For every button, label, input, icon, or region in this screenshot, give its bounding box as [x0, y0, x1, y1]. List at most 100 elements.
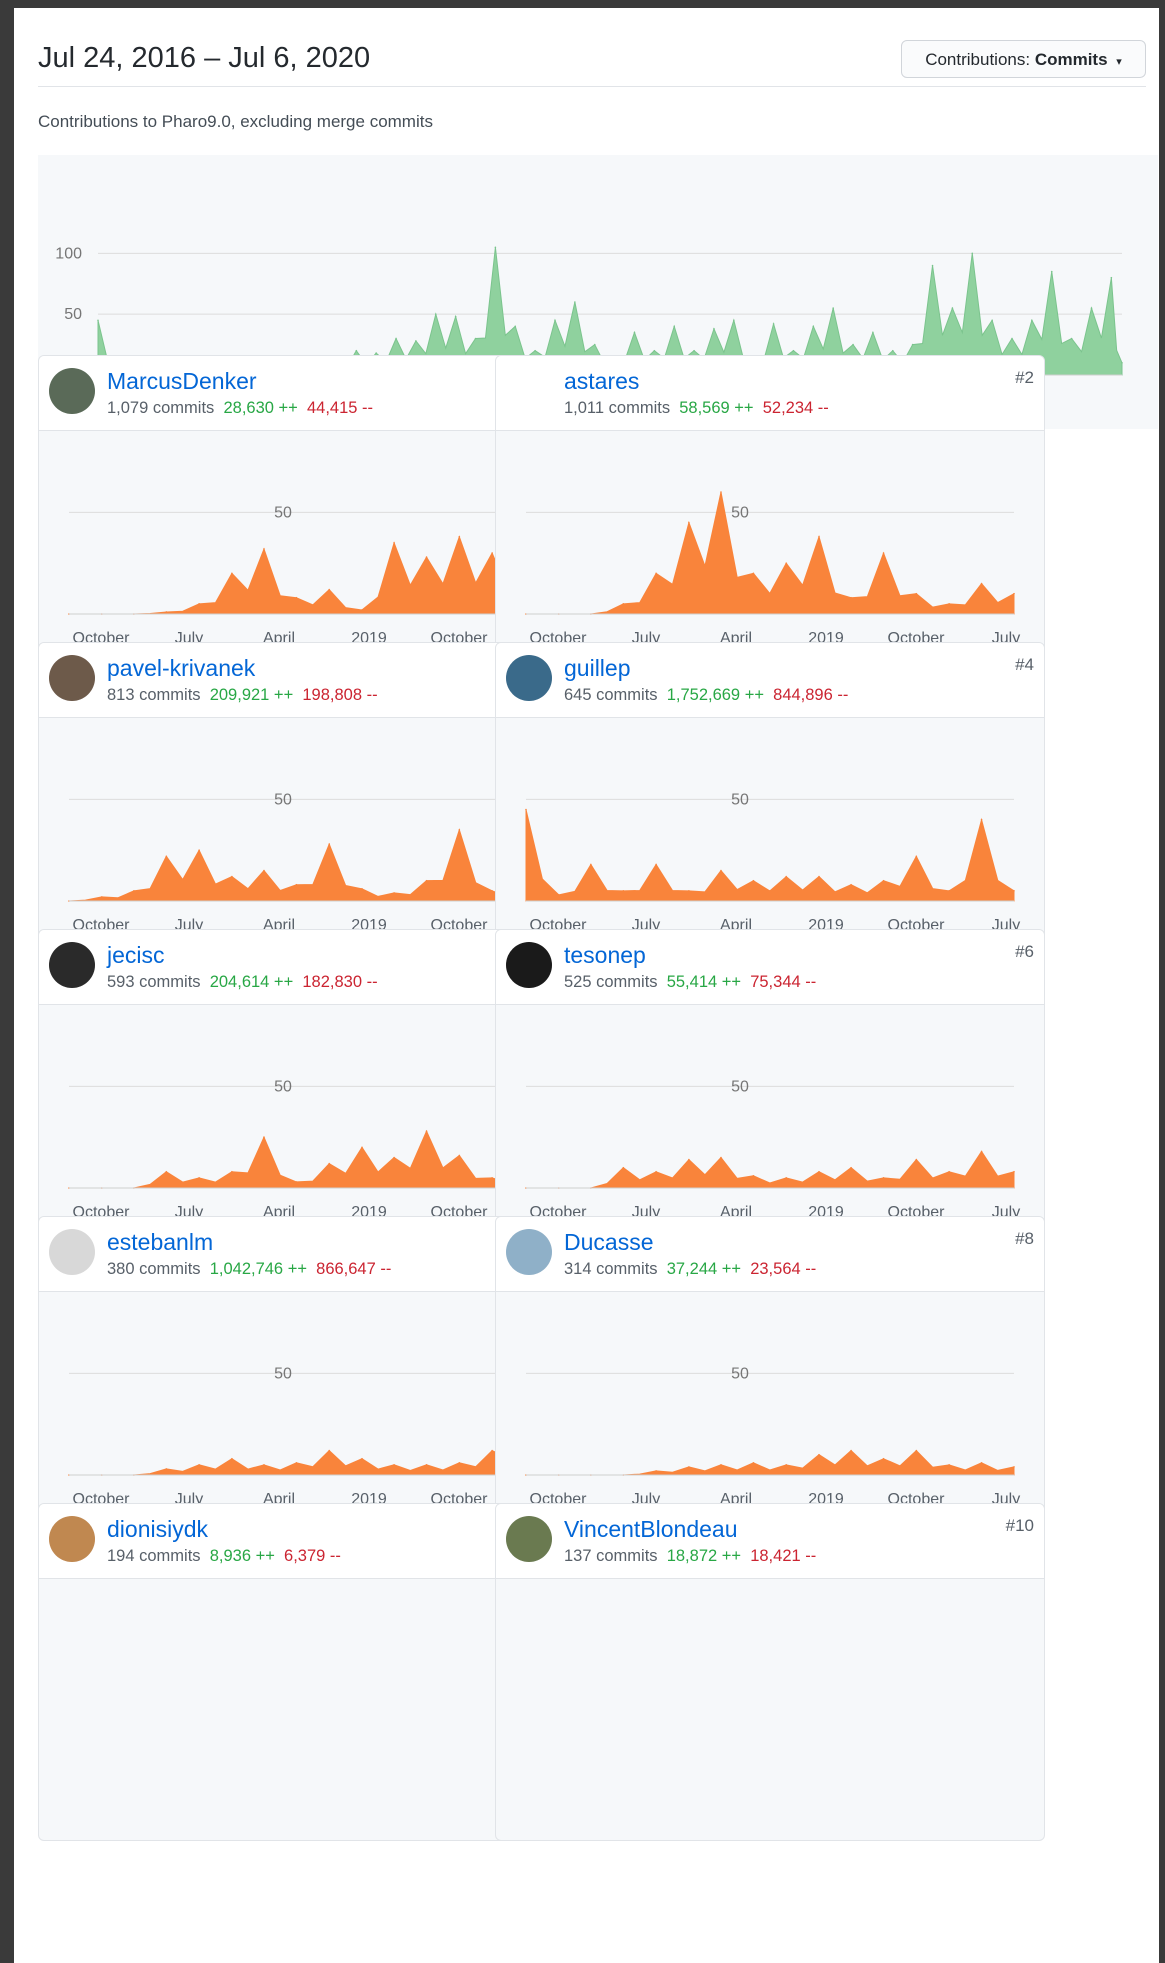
series-area — [526, 1150, 1015, 1189]
data-point — [574, 301, 576, 303]
data-point — [1050, 270, 1053, 273]
data-point — [458, 1462, 461, 1464]
contributor-name-link[interactable]: guillep — [564, 655, 631, 682]
data-point — [263, 1464, 265, 1466]
y-tick-label: 50 — [274, 504, 292, 521]
data-point — [1013, 1170, 1015, 1173]
contributor-name-link[interactable]: pavel-krivanek — [107, 655, 255, 682]
data-point — [752, 879, 755, 882]
contributor-stats: 813 commits 209,921 ++ 198,808 -- — [107, 686, 378, 705]
data-point — [100, 896, 103, 898]
contributor-name-link[interactable]: Ducasse — [564, 1229, 653, 1256]
data-point — [165, 611, 168, 613]
data-point — [818, 1170, 820, 1173]
data-point — [393, 1156, 395, 1159]
data-point — [557, 894, 560, 896]
commit-count: 194 commits — [107, 1547, 201, 1565]
series-area — [525, 809, 1015, 902]
data-point — [818, 1453, 820, 1456]
data-point — [263, 869, 265, 872]
data-point — [655, 1170, 657, 1173]
contributor-rank: #4 — [1015, 655, 1034, 674]
data-point — [991, 319, 993, 322]
data-point — [1110, 276, 1113, 279]
data-point — [772, 323, 775, 325]
data-point — [655, 572, 657, 575]
contributor-name-link[interactable]: VincentBlondeau — [564, 1516, 738, 1543]
data-point — [693, 349, 695, 352]
data-point — [832, 307, 834, 309]
avatar[interactable] — [506, 655, 552, 701]
avatar[interactable] — [49, 1229, 95, 1275]
avatar[interactable] — [49, 942, 95, 988]
data-point — [425, 1464, 428, 1466]
avatar[interactable] — [49, 368, 95, 414]
data-point — [1013, 890, 1015, 892]
data-point — [872, 331, 874, 334]
deletions-count: 198,808 -- — [302, 686, 378, 704]
data-point — [752, 572, 755, 575]
data-point — [931, 264, 934, 267]
avatar[interactable] — [506, 368, 552, 414]
data-point — [622, 603, 625, 605]
data-point — [785, 1177, 788, 1179]
contributor-header: astares #2 1,011 commits 58,569 ++ 52,23… — [496, 356, 1044, 431]
data-point — [328, 588, 331, 591]
data-point — [525, 808, 527, 811]
y-tick-label: 50 — [731, 504, 749, 521]
contributor-name-link[interactable]: MarcusDenker — [107, 368, 257, 395]
data-point — [328, 843, 331, 845]
data-point — [915, 855, 918, 858]
data-point — [720, 1464, 722, 1466]
contributor-rank: #8 — [1015, 1229, 1034, 1248]
additions-count: 37,244 ++ — [666, 1260, 742, 1278]
avatar[interactable] — [49, 655, 95, 701]
y-tick-label: 50 — [731, 1078, 749, 1095]
data-point — [1011, 337, 1013, 340]
contributor-rank: #6 — [1015, 942, 1034, 961]
data-point — [948, 1464, 950, 1466]
data-point — [1090, 307, 1093, 309]
deletions-count: 18,421 -- — [750, 1547, 817, 1565]
data-point — [951, 307, 954, 309]
commit-count: 525 commits — [564, 973, 658, 991]
commit-count: 314 commits — [564, 1260, 658, 1278]
data-point — [165, 1468, 168, 1470]
date-range-title: Jul 24, 2016 – Jul 6, 2020 — [38, 42, 371, 74]
contributor-rank: #2 — [1015, 368, 1034, 387]
avatar[interactable] — [49, 1516, 95, 1562]
data-point — [948, 603, 950, 605]
contributor-name-link[interactable]: dionisiydk — [107, 1516, 208, 1543]
series-area — [526, 491, 1015, 615]
data-point — [590, 863, 592, 866]
contributor-stats: 314 commits 37,244 ++ 23,564 -- — [564, 1260, 816, 1279]
data-point — [355, 349, 358, 352]
data-point — [458, 829, 461, 831]
data-point — [361, 609, 363, 611]
avatar[interactable] — [506, 1229, 552, 1275]
data-point — [434, 313, 437, 315]
data-point — [792, 349, 795, 352]
commit-count: 380 commits — [107, 1260, 201, 1278]
contributions-type-button[interactable]: Contributions: Commits ▾ — [901, 40, 1146, 78]
data-point — [231, 572, 233, 575]
contributor-name-link[interactable]: jecisc — [107, 942, 165, 969]
data-point — [688, 890, 690, 892]
data-point — [393, 542, 395, 544]
data-point — [980, 1462, 983, 1464]
data-point — [673, 325, 676, 328]
avatar[interactable] — [506, 1516, 552, 1562]
avatar[interactable] — [506, 942, 552, 988]
y-tick-label: 50 — [731, 1365, 749, 1382]
data-point — [720, 869, 722, 872]
contributor-stats: 137 commits 18,872 ++ 18,421 -- — [564, 1547, 816, 1566]
contributor-name-link[interactable]: estebanlm — [107, 1229, 213, 1256]
data-point — [1121, 362, 1123, 364]
additions-count: 55,414 ++ — [666, 973, 742, 991]
additions-count: 58,569 ++ — [679, 399, 754, 417]
data-point — [165, 855, 168, 858]
data-point — [713, 327, 715, 330]
contributor-name-link[interactable]: tesonep — [564, 942, 646, 969]
contributor-name-link[interactable]: astares — [564, 368, 639, 395]
data-point — [915, 1449, 918, 1452]
